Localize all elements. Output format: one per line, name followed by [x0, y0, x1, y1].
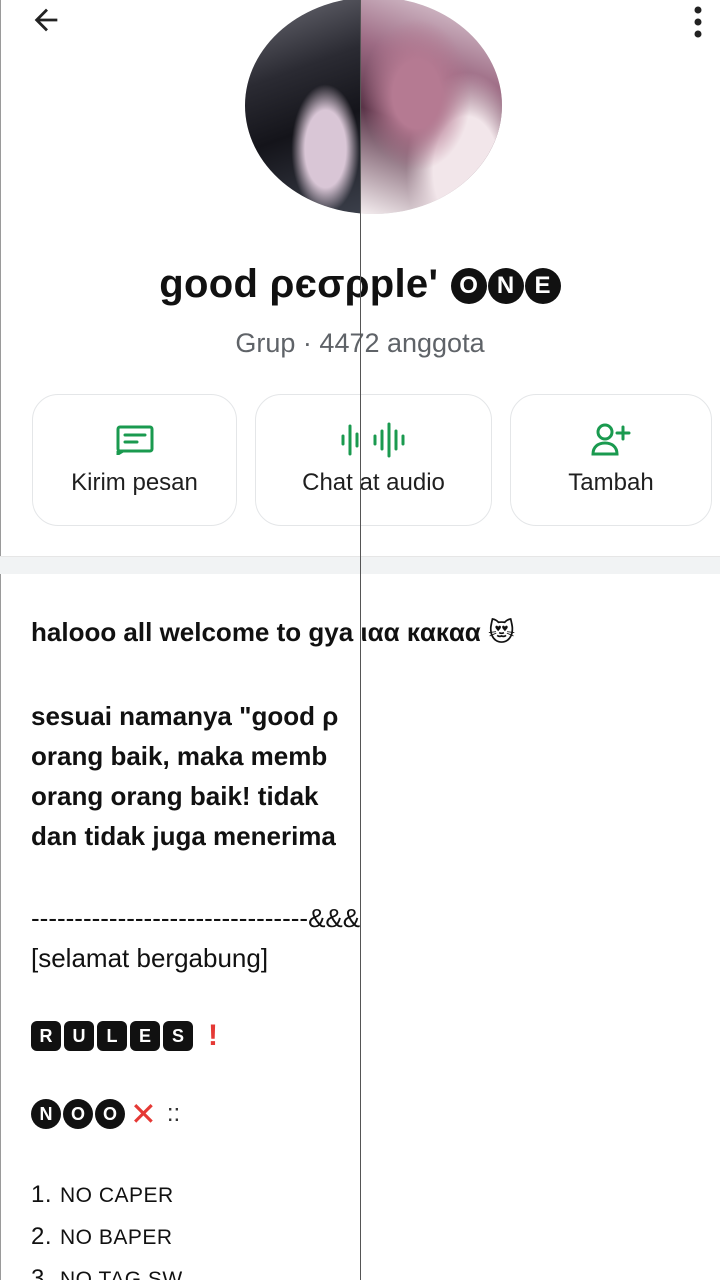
rules-list: 1. NO CAPER 2. NO BAPER 3. NO TAG SW — [31, 1174, 711, 1280]
group-name-text: good ρєσρple' — [159, 262, 439, 306]
rules-badge-letter: S — [163, 1021, 193, 1051]
rules-badge-letter: L — [97, 1021, 127, 1051]
noo-badge-letter: O — [63, 1099, 93, 1129]
left-edge — [0, 0, 1, 1280]
rule-text: NO TAG SW — [60, 1268, 183, 1280]
rules-badge-letter: R — [31, 1021, 61, 1051]
group-description: halooo all welcome to gya ιαα кαкαα 😻 se… — [31, 612, 711, 1280]
noo-badge-letter: O — [95, 1099, 125, 1129]
more-options-button[interactable] — [680, 4, 716, 44]
list-item: 2. NO BAPER — [31, 1216, 711, 1258]
send-message-button[interactable]: Kirim pesan — [32, 394, 237, 526]
send-message-label: Kirim pesan — [71, 469, 198, 496]
group-avatar[interactable] — [245, 0, 502, 214]
rule-number: 3. — [31, 1265, 53, 1280]
audio-wave-icon — [339, 422, 409, 458]
noo-suffix: :: — [166, 1100, 181, 1127]
arrow-left-icon — [29, 3, 63, 42]
rule-number: 2. — [31, 1223, 53, 1250]
welcome-text: halooo all welcome to gya ιαα кαкαα 😻 — [31, 617, 516, 647]
image-seam-line — [360, 0, 361, 1280]
back-button[interactable] — [26, 2, 66, 42]
list-item: 1. NO CAPER — [31, 1174, 711, 1216]
noo-heading: N O O ✕ :: — [31, 1094, 711, 1134]
more-vert-icon — [692, 4, 704, 45]
avatar-image-left — [245, 0, 360, 214]
name-badge-n: N — [487, 268, 524, 304]
about-line: sesuai namanya "good ρ — [31, 701, 339, 731]
name-badge-o: O — [450, 268, 487, 304]
rule-number: 1. — [31, 1181, 53, 1208]
rule-text: NO BAPER — [60, 1226, 173, 1249]
exclamation-mark: ! — [208, 1019, 218, 1052]
rules-badge-letter: E — [130, 1021, 160, 1051]
add-member-label: Tambah — [568, 469, 654, 496]
audio-chat-label: Chat at audio — [302, 469, 445, 496]
rules-badge-letter: U — [64, 1021, 94, 1051]
add-member-button[interactable]: Tambah — [510, 394, 712, 526]
audio-chat-button[interactable]: Chat at audio — [255, 394, 492, 526]
about-line: dan tidak juga menerima — [31, 821, 336, 851]
noo-badge-letter: N — [31, 1099, 61, 1129]
add-person-icon — [590, 423, 632, 457]
rules-heading: R U L E S ! — [31, 1016, 711, 1056]
about-line: orang baik, maka memb — [31, 741, 328, 771]
rule-text: NO CAPER — [60, 1184, 174, 1207]
avatar-image-right — [360, 0, 502, 214]
name-badge-e: E — [524, 268, 561, 304]
message-icon — [115, 423, 155, 457]
cross-mark-icon: ✕ — [130, 1096, 157, 1132]
about-line: orang orang baik! tidak — [31, 781, 319, 811]
joined-text: [selamat bergabung] — [31, 943, 269, 973]
separator-line: --------------------------------&&&& — [31, 903, 361, 933]
list-item: 3. NO TAG SW — [31, 1258, 711, 1280]
